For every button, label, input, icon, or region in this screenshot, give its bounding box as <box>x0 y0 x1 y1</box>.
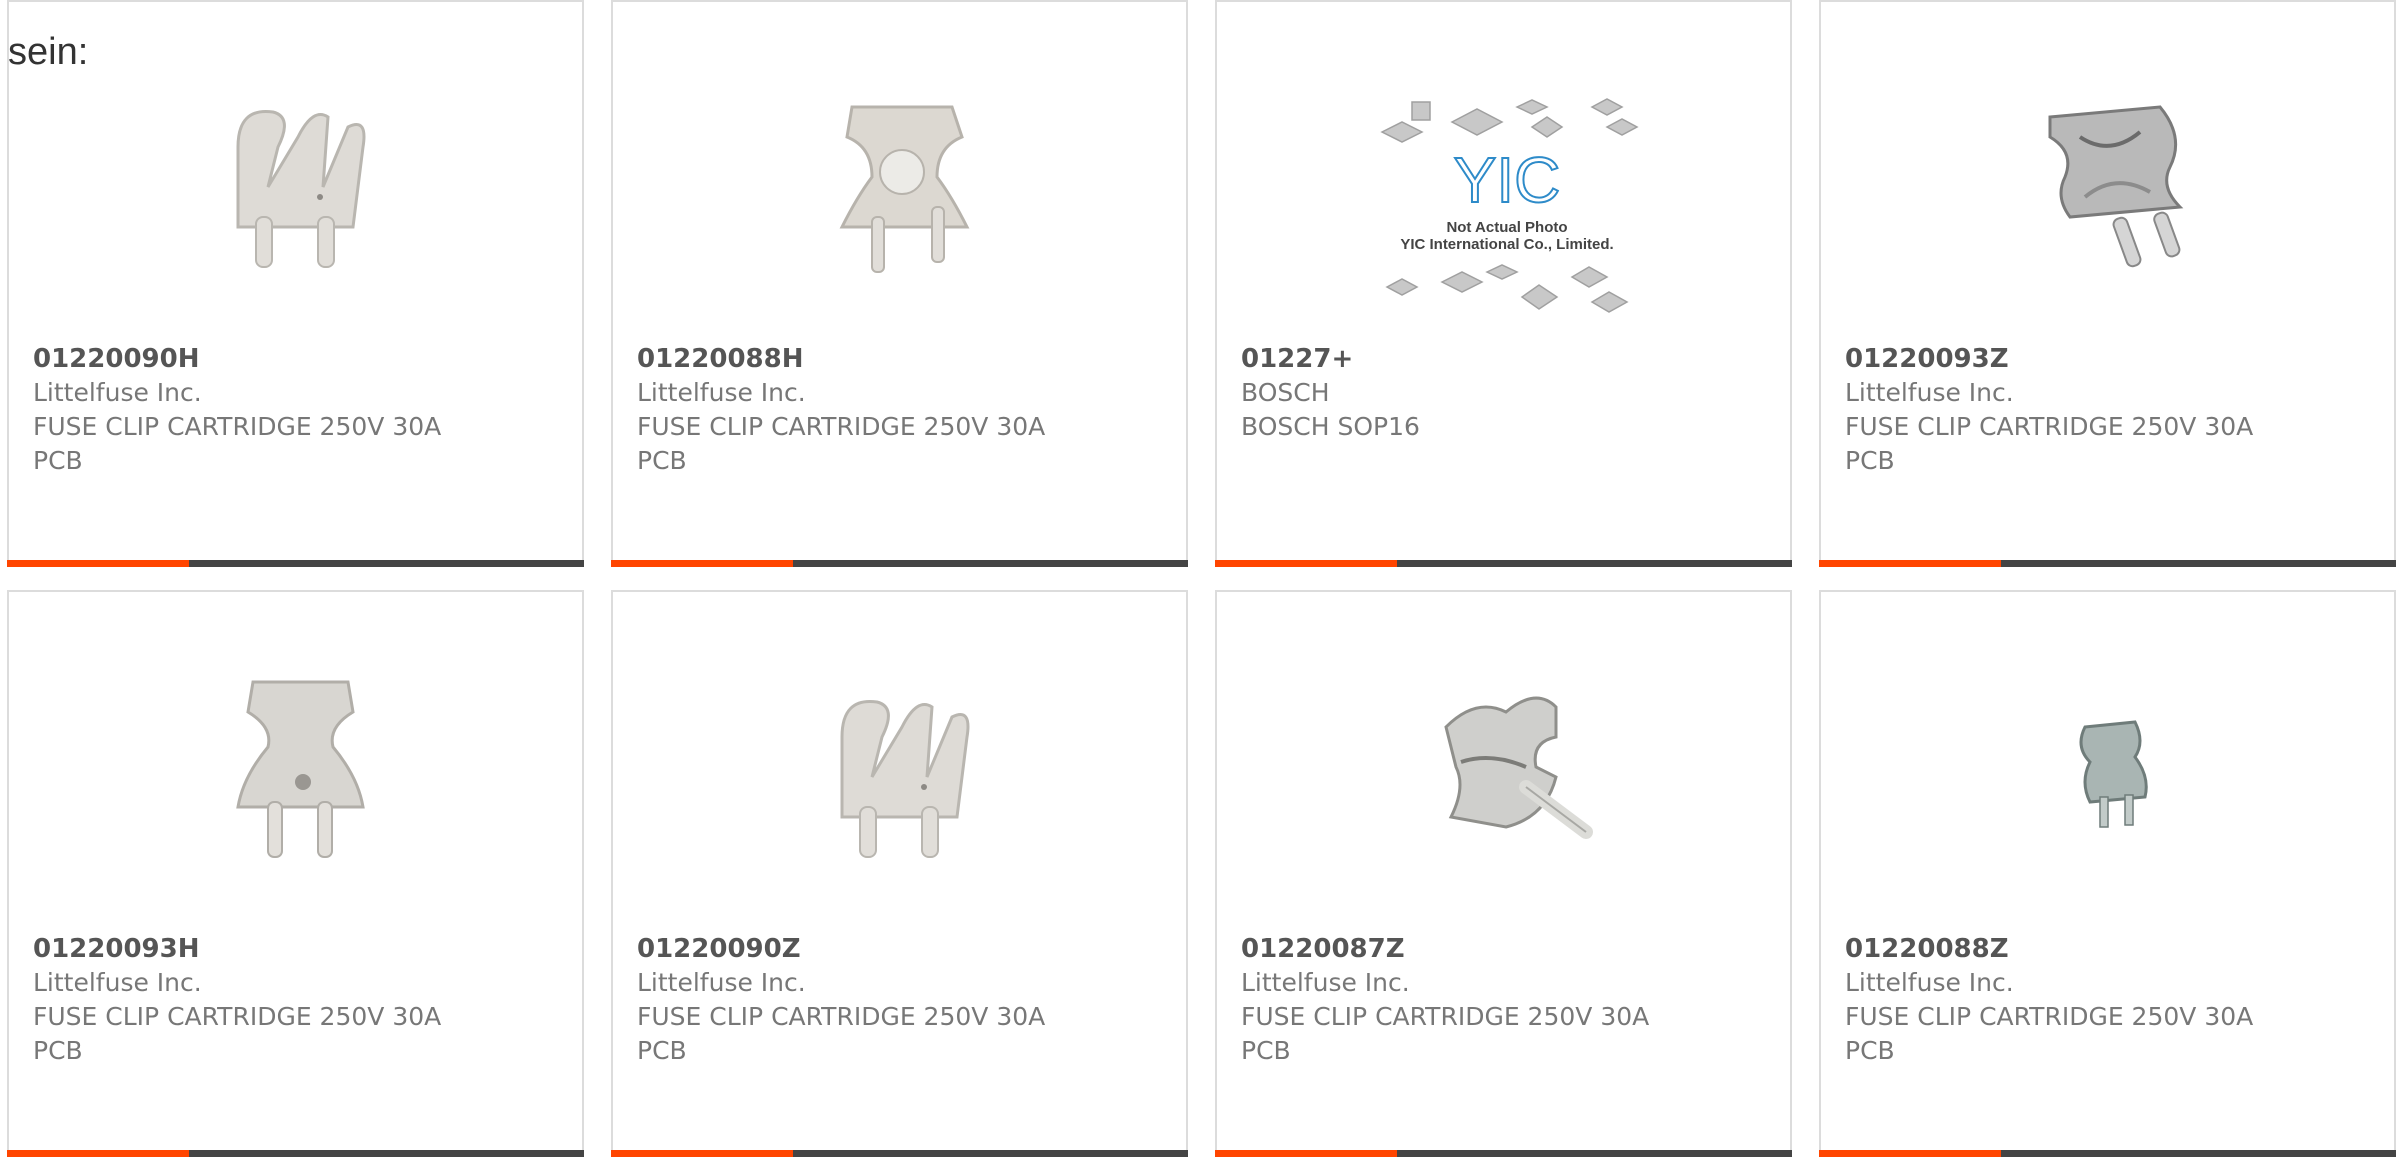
product-info: 01220090Z Littelfuse Inc. FUSE CLIP CART… <box>637 932 1157 1068</box>
product-image[interactable] <box>2005 72 2215 282</box>
card-accent-bar <box>611 560 1188 567</box>
fuse-clip-icon <box>236 680 365 858</box>
manufacturer: Littelfuse Inc. <box>1845 378 2014 407</box>
fuse-clip-icon <box>236 109 366 268</box>
description: FUSE CLIP CARTRIDGE 250V 30A <box>637 1002 1046 1031</box>
description: FUSE CLIP CARTRIDGE 250V 30A <box>1845 1002 2254 1031</box>
placeholder-company: YIC International Co., Limited. <box>1400 236 1613 253</box>
description: FUSE CLIP CARTRIDGE 250V 30A <box>637 412 1046 441</box>
description-line2: PCB <box>33 1036 83 1065</box>
description-line2: PCB <box>1845 446 1895 475</box>
product-card[interactable]: 01220088Z Littelfuse Inc. FUSE CLIP CART… <box>1819 590 2396 1157</box>
part-number-link[interactable]: 01220093H <box>33 932 553 966</box>
card-accent-bar <box>1819 560 2396 567</box>
description-line2: PCB <box>637 1036 687 1065</box>
manufacturer: BOSCH <box>1241 378 1330 407</box>
description-line2: PCB <box>1241 1036 1291 1065</box>
description: FUSE CLIP CARTRIDGE 250V 30A <box>1845 412 2254 441</box>
manufacturer: Littelfuse Inc. <box>33 378 202 407</box>
product-card[interactable]: 01220087Z Littelfuse Inc. FUSE CLIP CART… <box>1215 590 1792 1157</box>
product-info: 01220088H Littelfuse Inc. FUSE CLIP CART… <box>637 342 1157 478</box>
part-number-link[interactable]: 01227+ <box>1241 342 1761 376</box>
part-number-link[interactable]: 01220088Z <box>1845 932 2365 966</box>
product-card[interactable]: 01220088H Littelfuse Inc. FUSE CLIP CART… <box>611 0 1188 567</box>
part-number-link[interactable]: 01220090H <box>33 342 553 376</box>
manufacturer: Littelfuse Inc. <box>33 968 202 997</box>
description: FUSE CLIP CARTRIDGE 250V 30A <box>33 412 442 441</box>
placeholder-note: Not Actual Photo <box>1446 219 1567 236</box>
fuse-clip-icon <box>839 105 970 273</box>
product-info: 01220088Z Littelfuse Inc. FUSE CLIP CART… <box>1845 932 2365 1068</box>
part-number-link[interactable]: 01220087Z <box>1241 932 1761 966</box>
part-number-link[interactable]: 01220088H <box>637 342 1157 376</box>
manufacturer: Littelfuse Inc. <box>637 378 806 407</box>
product-card[interactable]: 01220093H Littelfuse Inc. FUSE CLIP CART… <box>7 590 584 1157</box>
description: FUSE CLIP CARTRIDGE 250V 30A <box>1241 1002 1650 1031</box>
placeholder-brand: YIC <box>1454 144 1561 216</box>
manufacturer: Littelfuse Inc. <box>637 968 806 997</box>
description: BOSCH SOP16 <box>1241 412 1420 441</box>
placeholder-chips-icon: YIC Not Actual Photo YIC International C… <box>1380 98 1639 313</box>
fuse-clip-icon <box>1444 696 1593 839</box>
description-line2: PCB <box>33 446 83 475</box>
product-info: 01220087Z Littelfuse Inc. FUSE CLIP CART… <box>1241 932 1761 1068</box>
fuse-clip-icon <box>2048 105 2184 268</box>
fuse-clip-icon <box>2079 720 2148 828</box>
card-accent-bar <box>7 560 584 567</box>
product-image[interactable] <box>193 72 403 282</box>
description: FUSE CLIP CARTRIDGE 250V 30A <box>33 1002 442 1031</box>
description-line2: PCB <box>1845 1036 1895 1065</box>
product-image[interactable] <box>797 662 1007 872</box>
product-image[interactable]: YIC Not Actual Photo YIC International C… <box>1367 82 1647 342</box>
part-number-link[interactable]: 01220090Z <box>637 932 1157 966</box>
fuse-clip-icon <box>840 699 970 858</box>
product-info: 01220090H Littelfuse Inc. FUSE CLIP CART… <box>33 342 553 478</box>
product-image[interactable] <box>797 72 1007 282</box>
card-accent-bar <box>1215 560 1792 567</box>
manufacturer: Littelfuse Inc. <box>1241 968 1410 997</box>
product-image[interactable] <box>1401 662 1611 872</box>
lead-text: sein: <box>8 31 89 73</box>
description-line2: PCB <box>637 446 687 475</box>
product-image[interactable] <box>2005 662 2215 872</box>
product-card[interactable]: 01220090Z Littelfuse Inc. FUSE CLIP CART… <box>611 590 1188 1157</box>
manufacturer: Littelfuse Inc. <box>1845 968 2014 997</box>
product-card[interactable]: 01220093Z Littelfuse Inc. FUSE CLIP CART… <box>1819 0 2396 567</box>
product-info: 01227+ BOSCH BOSCH SOP16 <box>1241 342 1761 444</box>
product-grid: 01220090H Littelfuse Inc. FUSE CLIP CART… <box>7 0 2400 1157</box>
product-info: 01220093Z Littelfuse Inc. FUSE CLIP CART… <box>1845 342 2365 478</box>
product-card[interactable]: 01220090H Littelfuse Inc. FUSE CLIP CART… <box>7 0 584 567</box>
product-info: 01220093H Littelfuse Inc. FUSE CLIP CART… <box>33 932 553 1068</box>
part-number-link[interactable]: 01220093Z <box>1845 342 2365 376</box>
product-image[interactable] <box>193 662 403 872</box>
product-card[interactable]: YIC Not Actual Photo YIC International C… <box>1215 0 1792 567</box>
